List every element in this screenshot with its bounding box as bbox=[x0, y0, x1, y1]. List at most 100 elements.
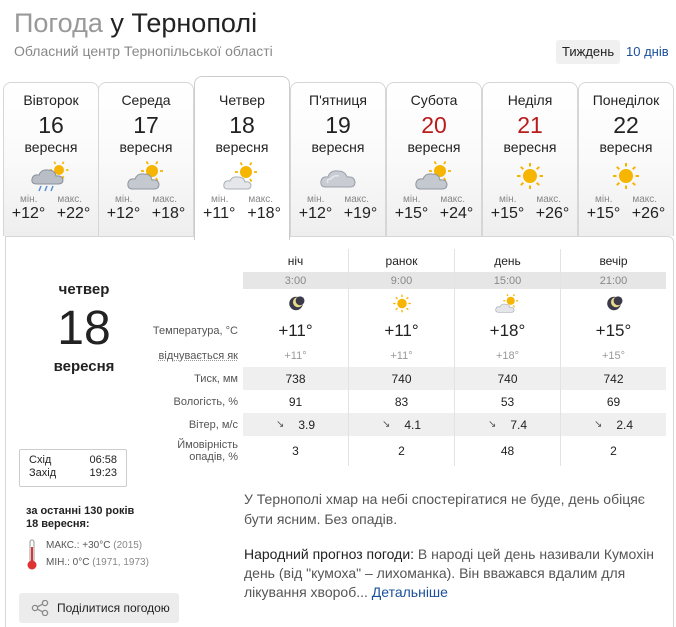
day-min-temp: +12° bbox=[106, 205, 141, 222]
hourly-table: ніч ранок день вечір 3:00 9:00 15:00 21:00 Тем… bbox=[146, 249, 666, 466]
day-tab-19[interactable]: П'ятниця 19 вересня мін. макс. +12° +19° bbox=[290, 82, 386, 236]
share-button[interactable]: Поділитися погодою bbox=[19, 593, 179, 623]
temp-value: +11° bbox=[349, 317, 455, 344]
min-label: мін. bbox=[594, 194, 613, 205]
week-tab[interactable]: Тиждень bbox=[556, 40, 621, 64]
selected-weekday: четвер bbox=[58, 281, 110, 298]
wind-direction-icon: ↘ bbox=[593, 419, 603, 430]
pressure-label: Тиск, мм bbox=[194, 372, 238, 385]
wind-value: 7.4 bbox=[510, 417, 528, 432]
table-precip-row: Ймовірність опадів, % 3 2 48 2 bbox=[146, 436, 666, 466]
sun-icon bbox=[613, 163, 639, 189]
forecast-description: У Тернополі хмар на небі спостерігатися … bbox=[244, 491, 645, 527]
sun-cloud-icon bbox=[494, 293, 518, 313]
history-min: МІН.: 0°C (1971, 1973) bbox=[46, 557, 149, 568]
feels-value: +18° bbox=[455, 344, 561, 367]
precip-value: 2 bbox=[610, 444, 617, 458]
day-month: вересня bbox=[24, 139, 78, 155]
max-label: макс. bbox=[536, 194, 562, 205]
wind-value: 4.1 bbox=[404, 417, 422, 432]
day-max-temp: +22° bbox=[56, 205, 91, 222]
ten-days-link[interactable]: 10 днів bbox=[620, 40, 675, 64]
humidity-value: 69 bbox=[606, 394, 621, 409]
precip-value: 2 bbox=[349, 436, 455, 466]
min-label: мін. bbox=[19, 194, 38, 205]
day-name: П'ятниця bbox=[309, 92, 367, 108]
period-time: 9:00 bbox=[349, 272, 455, 289]
day-number: 21 bbox=[517, 112, 543, 138]
day-tabs: Вівторок 16 вересня мін. макс. +12° +22° Середа… bbox=[3, 76, 674, 240]
day-month: вересня bbox=[311, 139, 365, 155]
wind-label: Вітер, м/с bbox=[188, 418, 238, 431]
max-label: макс. bbox=[57, 194, 83, 205]
table-icon-row bbox=[146, 289, 666, 317]
sunrise-sunset-box: Схід 06:58 Захід 19:23 bbox=[19, 449, 127, 487]
pressure-value: 740 bbox=[455, 367, 561, 390]
day-number: 20 bbox=[421, 112, 447, 138]
day-max-temp: +26° bbox=[535, 205, 570, 222]
history-max-year: (2015) bbox=[113, 540, 143, 551]
day-name: Середа bbox=[121, 92, 171, 108]
day-tab-17[interactable]: Середа 17 вересня мін. макс. +12° +18° bbox=[98, 82, 194, 236]
max-label: макс. bbox=[632, 194, 658, 205]
table-header-row: ніч ранок день вечір bbox=[146, 249, 666, 272]
sunrise-label: Схід bbox=[29, 454, 52, 466]
day-tab-16[interactable]: Вівторок 16 вересня мін. макс. +12° +22° bbox=[3, 82, 99, 236]
pressure-value: 742 bbox=[603, 371, 624, 386]
period-weather-icon bbox=[561, 289, 666, 317]
sunset-label: Захід bbox=[29, 467, 57, 479]
wind-cell: ↘ 4.1 bbox=[349, 413, 455, 436]
day-min-temp: +15° bbox=[394, 205, 429, 222]
pressure-value: 738 bbox=[243, 367, 349, 390]
sunrise-time: 06:58 bbox=[89, 454, 117, 466]
history-title-line2: 18 вересня: bbox=[26, 518, 90, 530]
period-label: вечір bbox=[599, 253, 628, 268]
day-month: вересня bbox=[503, 139, 557, 155]
day-number: 17 bbox=[133, 112, 159, 138]
day-detail-panel: четвер 18 вересня Схід 06:58 Захід 19:23 з… bbox=[5, 236, 674, 627]
period-label: ранок bbox=[349, 249, 455, 272]
table-humidity-row: Вологість, % 91 83 53 69 bbox=[146, 390, 666, 413]
history-title: за останні 130 років 18 вересня: bbox=[26, 505, 134, 531]
day-max-temp: +18° bbox=[247, 205, 281, 222]
history-title-line1: за останні 130 років bbox=[26, 505, 135, 517]
day-tab-18[interactable]: Четвер 18 вересня мін. макс. +11° +18° bbox=[194, 76, 290, 240]
feels-value: +11° bbox=[349, 344, 455, 367]
wind-cell: ↘ 2.4 bbox=[561, 413, 666, 436]
feels-value: +11° bbox=[243, 344, 349, 367]
table-time-row: 3:00 9:00 15:00 21:00 bbox=[146, 272, 666, 289]
title-city: у Тернополі bbox=[102, 8, 258, 38]
title-light: Погода bbox=[14, 8, 103, 38]
min-label: мін. bbox=[114, 194, 133, 205]
wind-cell: ↘ 7.4 bbox=[455, 413, 561, 436]
selected-day: четвер 18 вересня bbox=[24, 281, 144, 375]
day-max-temp: +26° bbox=[631, 205, 666, 222]
folk-more-link[interactable]: Детальніше bbox=[368, 584, 448, 600]
table-wind-row: Вітер, м/с ↘ 3.9 ↘ 4.1 ↘ 7.4 ↘ 2.4 bbox=[146, 413, 666, 436]
temp-value: +11° bbox=[243, 317, 349, 344]
day-number: 22 bbox=[613, 112, 639, 138]
period-time: 21:00 bbox=[599, 274, 628, 287]
cloud-rain-sun-icon bbox=[31, 161, 69, 192]
history-max-label: МАКС.: +30°C bbox=[46, 540, 111, 551]
period-weather-icon bbox=[243, 289, 349, 317]
max-label: макс. bbox=[344, 194, 370, 205]
page-subtitle: Обласний центр Тернопільської області bbox=[14, 43, 273, 59]
day-month: вересня bbox=[599, 139, 653, 155]
period-time: 3:00 bbox=[243, 272, 349, 289]
min-label: мін. bbox=[210, 194, 229, 205]
wind-cell: ↘ 3.9 bbox=[243, 413, 349, 436]
period-weather-icon bbox=[455, 289, 561, 317]
wind-direction-icon: ↘ bbox=[275, 419, 285, 430]
day-tab-21[interactable]: Неділя 21 вересня мін. макс. +15° +26° bbox=[482, 82, 578, 236]
feels-label[interactable]: відчувається як bbox=[146, 350, 238, 362]
day-month: вересня bbox=[407, 139, 461, 155]
folk-forecast: Народний прогноз погоди: В народі цей де… bbox=[244, 545, 664, 602]
temp-value: +15° bbox=[595, 320, 632, 340]
humidity-label: Вологість, % bbox=[173, 395, 239, 408]
day-tab-20[interactable]: Субота 20 вересня мін. макс. +15° +24° bbox=[386, 82, 482, 236]
folk-label: Народний прогноз погоди: bbox=[244, 546, 415, 562]
cloud-sun-icon bbox=[127, 161, 163, 190]
day-tab-22[interactable]: Понеділок 22 вересня мін. макс. +15° +26° bbox=[578, 82, 674, 236]
day-number: 19 bbox=[325, 112, 351, 138]
